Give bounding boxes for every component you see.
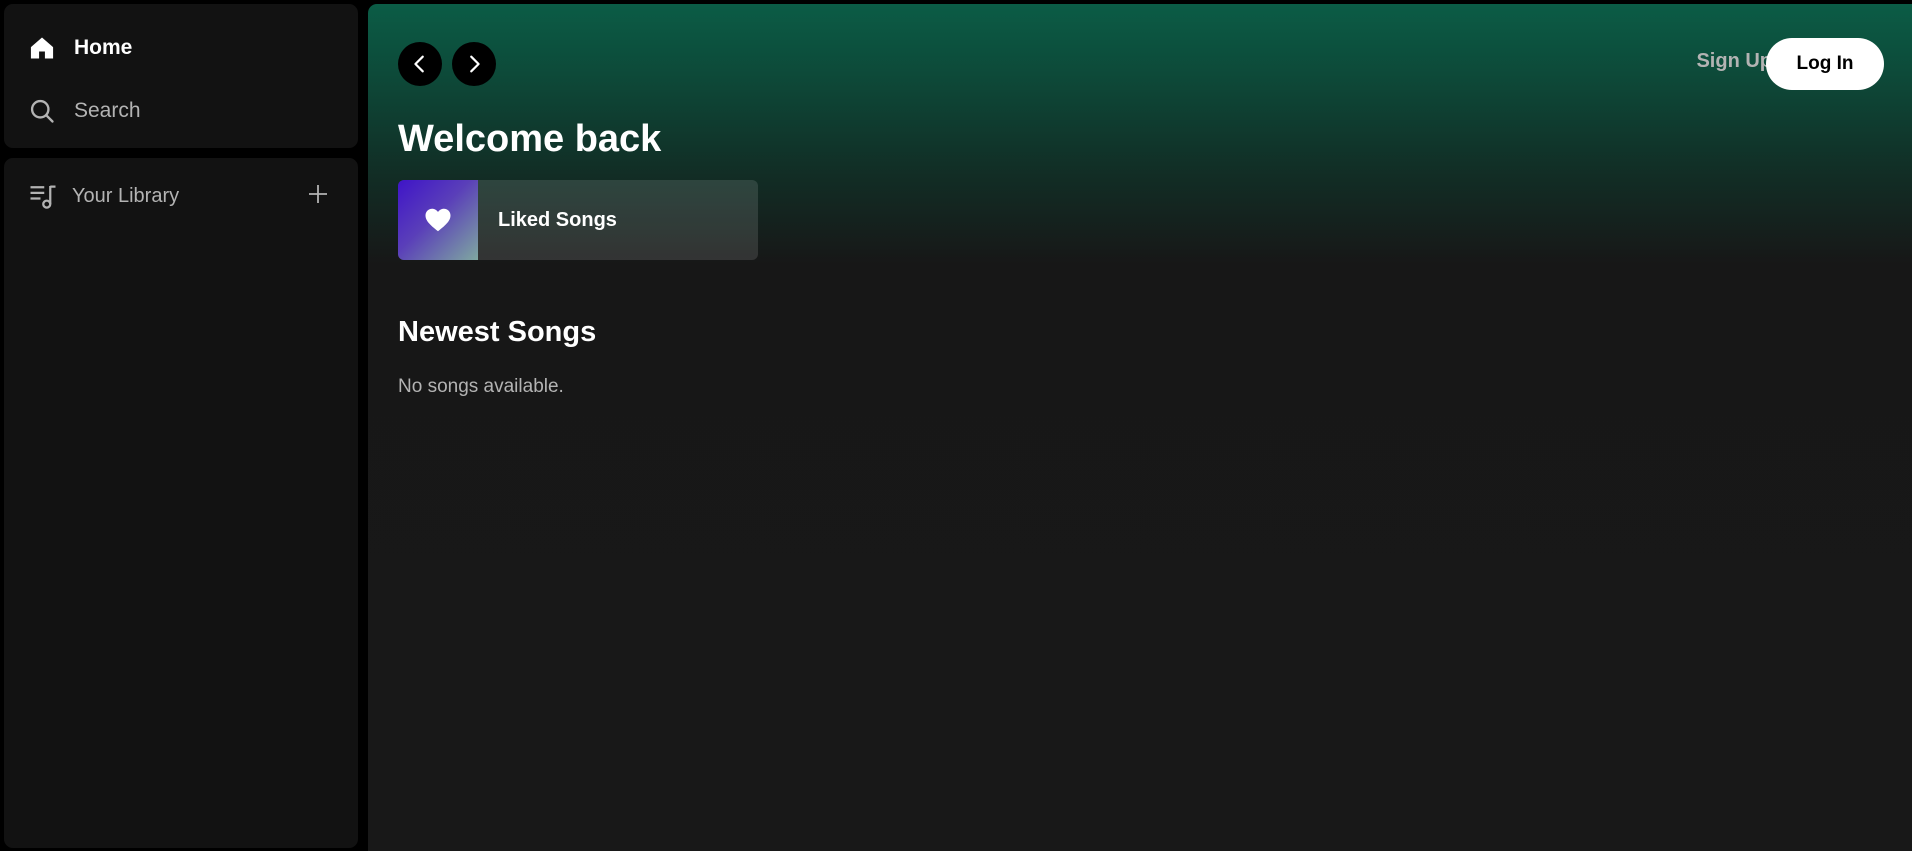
library-icon — [28, 181, 58, 211]
sidebar-item-label: Search — [74, 99, 141, 122]
liked-songs-label: Liked Songs — [498, 208, 617, 231]
chevron-left-icon — [409, 53, 431, 75]
library-button[interactable]: Your Library — [28, 178, 179, 214]
login-button[interactable]: Log In — [1766, 38, 1884, 90]
sidebar-item-home[interactable]: Home — [28, 28, 132, 68]
sidebar-nav-panel: Home Search — [4, 4, 358, 148]
create-playlist-button[interactable] — [302, 178, 334, 210]
chevron-right-icon — [463, 53, 485, 75]
signup-button[interactable]: Sign Up — [1696, 50, 1772, 73]
page-title: Welcome back — [398, 118, 662, 160]
plus-icon — [306, 182, 330, 206]
liked-songs-card[interactable]: Liked Songs — [398, 180, 758, 260]
main-content: Sign Up Log In Welcome back Liked Songs … — [368, 4, 1912, 851]
library-panel: Your Library — [4, 158, 358, 848]
sidebar-item-search[interactable]: Search — [28, 91, 141, 131]
liked-songs-artwork — [398, 180, 478, 260]
back-button[interactable] — [398, 42, 442, 86]
newest-songs-heading: Newest Songs — [398, 316, 597, 348]
home-icon — [28, 34, 56, 62]
forward-button[interactable] — [452, 42, 496, 86]
empty-state-message: No songs available. — [398, 376, 564, 397]
app-root: Home Search Your Library Sign Up Log In … — [0, 0, 1912, 851]
sidebar-item-label: Home — [74, 36, 133, 59]
heart-icon — [423, 205, 453, 235]
library-label: Your Library — [72, 184, 180, 207]
search-icon — [28, 97, 56, 125]
